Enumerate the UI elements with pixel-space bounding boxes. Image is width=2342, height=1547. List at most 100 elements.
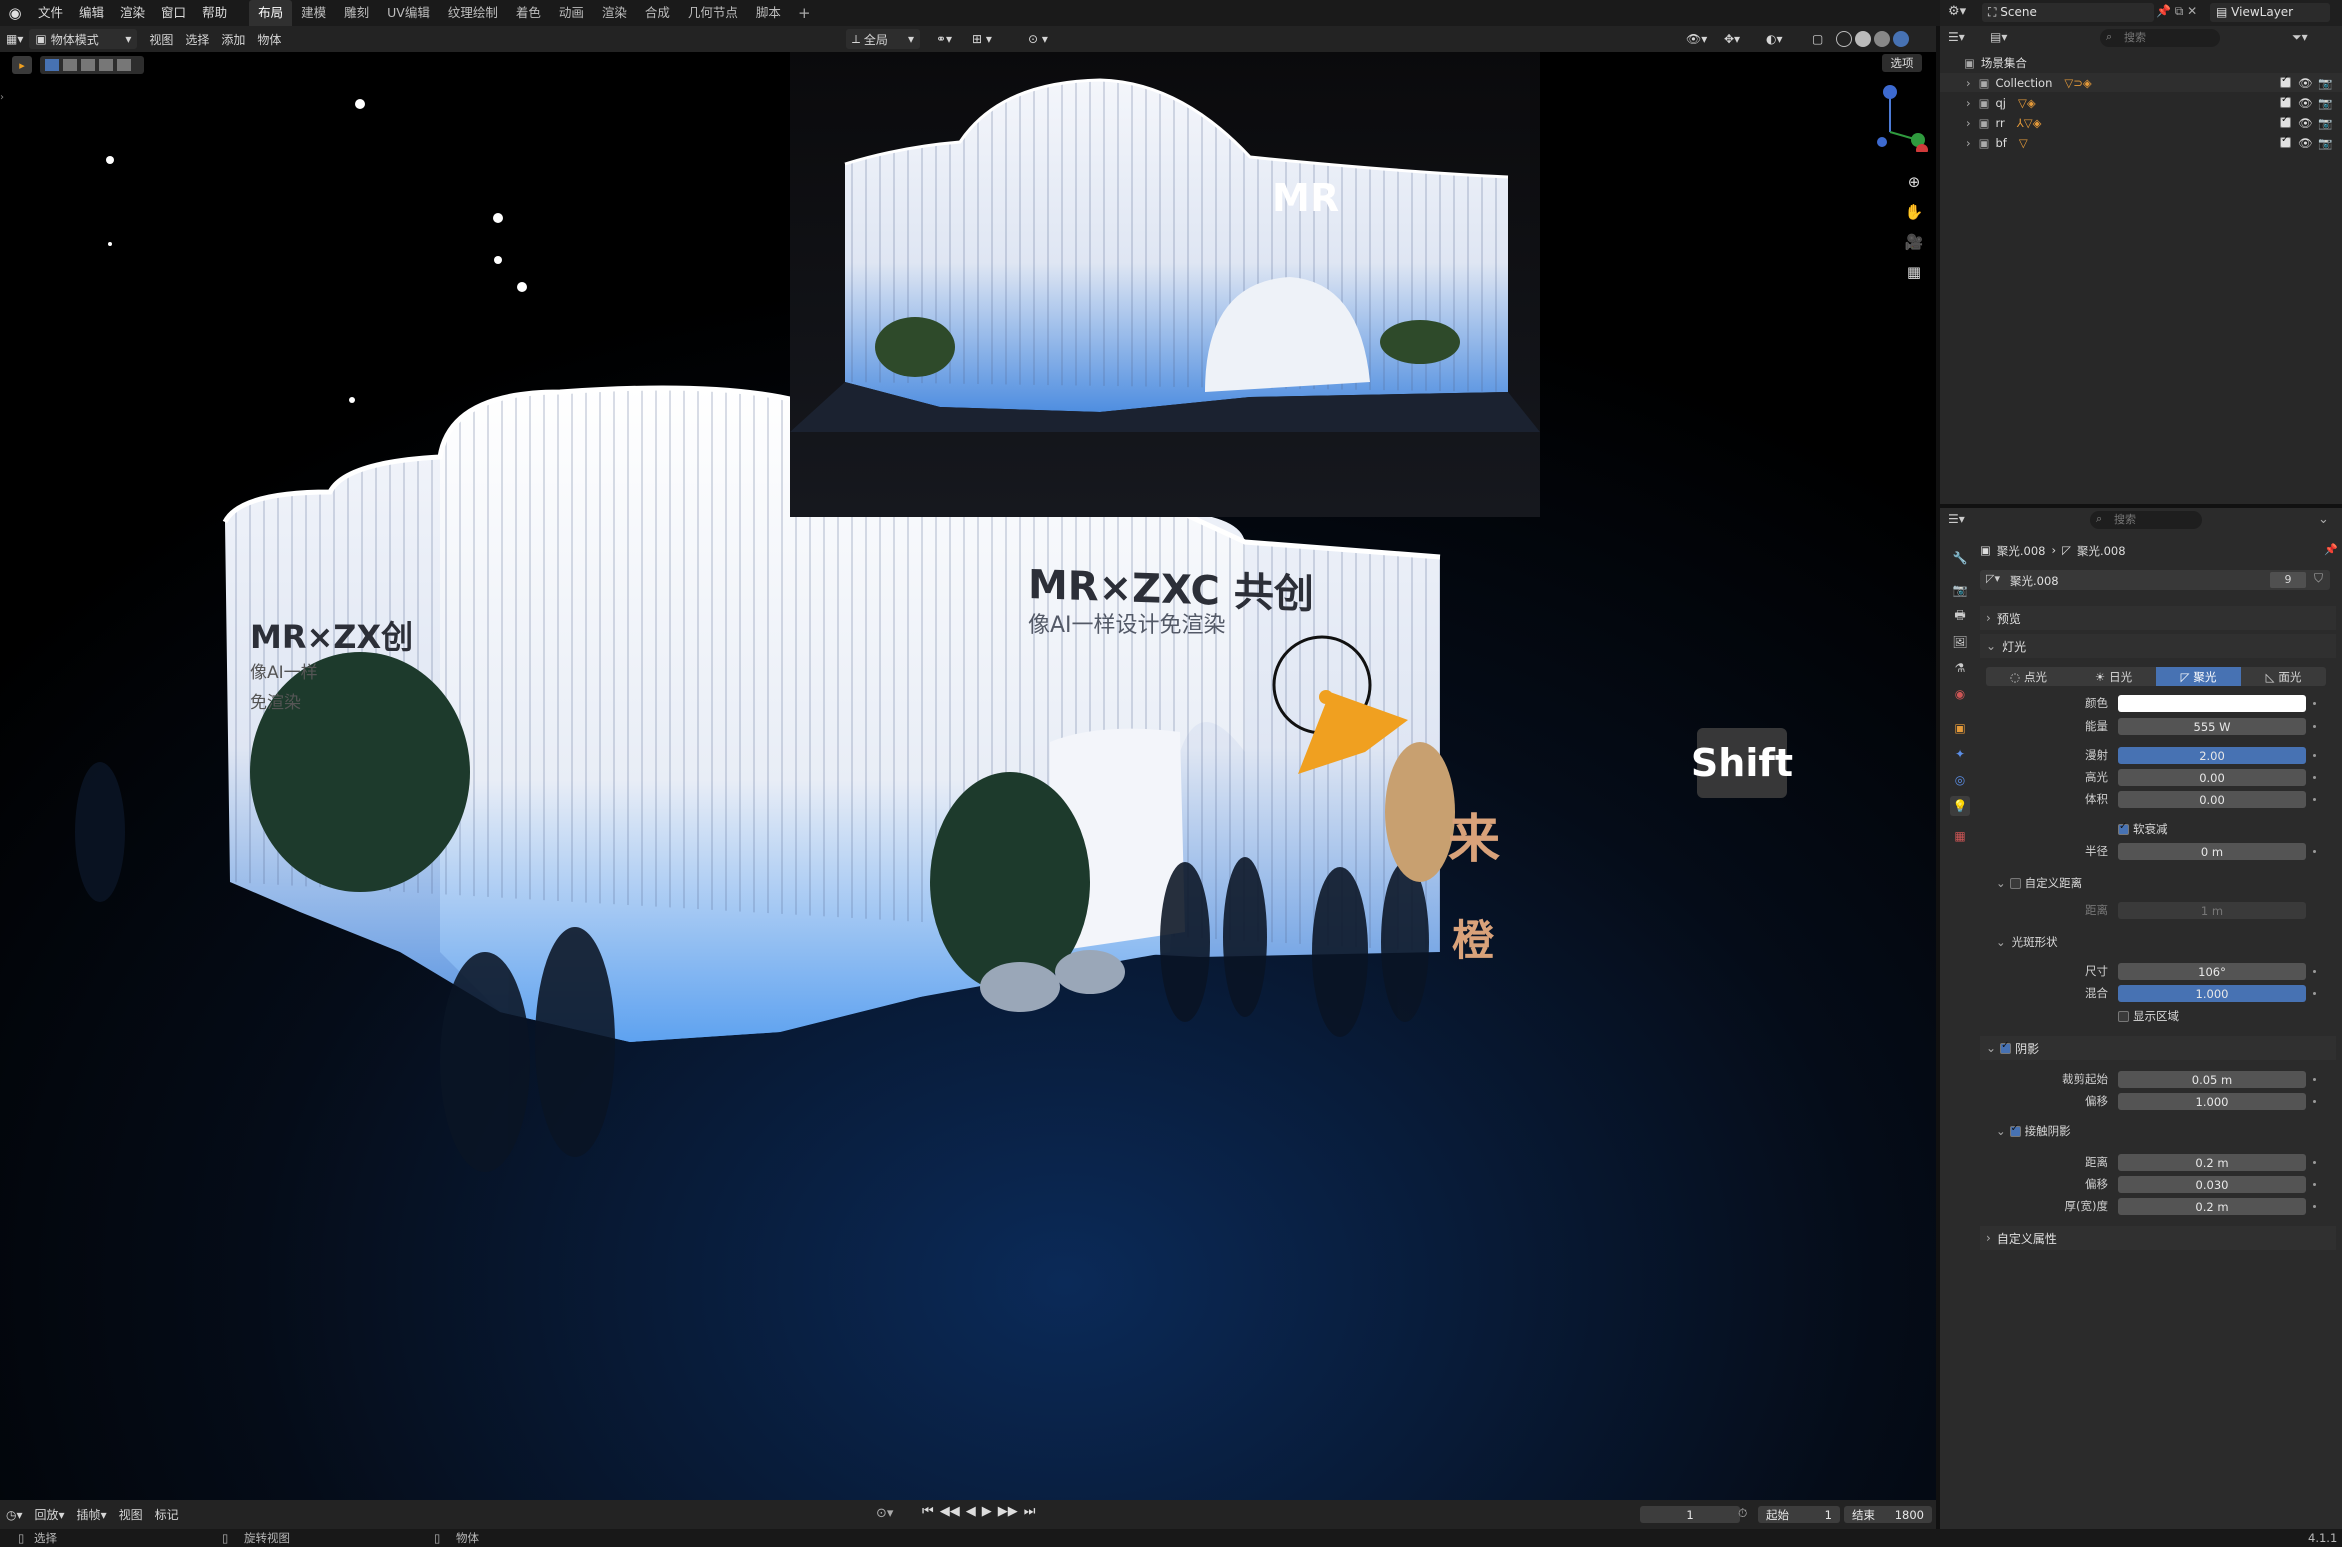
tab-uv-editing[interactable]: UV编辑 (378, 0, 439, 26)
menu-file[interactable]: 文件 (30, 0, 71, 26)
zoom-icon[interactable]: ⊕ (1902, 170, 1926, 194)
world-tab-icon[interactable]: ◉ (1950, 684, 1970, 704)
select-tool-icon[interactable]: ▸ (12, 56, 32, 74)
select-extend-icon[interactable] (63, 59, 77, 71)
menu-view-timeline[interactable]: 视图 (113, 1505, 149, 1525)
light-data-tab-icon[interactable]: 💡 (1950, 796, 1970, 816)
diffuse-field[interactable]: 2.00 (2118, 747, 2306, 764)
render-icon[interactable]: 📷 (2318, 76, 2332, 90)
properties-search-input[interactable]: 搜索 (2090, 511, 2202, 529)
view-layer-tab-icon[interactable]: 🖼 (1950, 632, 1970, 652)
timeline-editor-icon[interactable]: ◷▾ (0, 1505, 29, 1525)
toolbar-expand-icon[interactable]: › (0, 92, 4, 103)
light-type-spot[interactable]: ◸ 聚光 (2156, 667, 2241, 686)
texture-tab-icon[interactable]: ▦ (1950, 826, 1970, 846)
outliner-editor-icon[interactable]: ☰▾ (1948, 30, 1965, 44)
select-subtract-icon[interactable] (81, 59, 95, 71)
add-workspace-button[interactable]: + (790, 4, 819, 22)
chevron-right-icon[interactable]: › (1966, 136, 1971, 150)
navigation-gizmo[interactable] (1870, 82, 1930, 152)
blender-logo-icon[interactable]: ◉ (0, 0, 30, 26)
shadow-checkbox[interactable] (2000, 1040, 2012, 1054)
select-new-icon[interactable] (45, 59, 59, 71)
options-dropdown[interactable]: 选项 (1882, 54, 1922, 72)
end-frame-field[interactable]: 结束 1800 (1844, 1506, 1932, 1523)
outliner-item-rr[interactable]: ›▣rr⅄▽◈ 👁📷 (1940, 113, 2342, 132)
outliner-item-bf[interactable]: ›▣bf▽ 👁📷 (1940, 133, 2342, 152)
eye-icon[interactable]: 👁 (2298, 96, 2313, 110)
material-shading-icon[interactable] (1874, 31, 1890, 47)
show-cone-checkbox[interactable] (2118, 1010, 2129, 1022)
render-tab-icon[interactable]: 📷 (1950, 580, 1970, 600)
3d-viewport[interactable]: MR×ZXC 共创 像AI一样设计免渲染 MR×ZX创 像AI一样 免渲染 MR… (0, 52, 1936, 1500)
gizmo-toggle-icon[interactable]: ✥▾ (1718, 29, 1746, 49)
distance-field[interactable]: 1 m (2118, 902, 2306, 919)
visibility-icon[interactable]: 👁▾ (1680, 29, 1713, 49)
start-frame-field[interactable]: 起始 1 (1758, 1506, 1840, 1523)
volume-field[interactable]: 0.00 (2118, 791, 2306, 808)
menu-playback[interactable]: 回放 ▾ (29, 1505, 71, 1525)
pivot-icon[interactable]: ⚭▾ (930, 29, 958, 49)
overlay-toggle-icon[interactable]: ◐▾ (1760, 29, 1789, 49)
cs-distance-field[interactable]: 0.2 m (2118, 1154, 2306, 1171)
soft-falloff-checkbox[interactable] (2118, 821, 2129, 835)
menu-render[interactable]: 渲染 (112, 0, 153, 26)
include-checkbox[interactable] (2280, 74, 2291, 88)
panel-shadow[interactable]: ⌄阴影 (1980, 1036, 2336, 1060)
viewlayer-selector[interactable]: ▤ ViewLayer (2210, 3, 2330, 22)
outliner-root[interactable]: ▣ 场景集合 (1940, 53, 2342, 72)
panel-custom-properties[interactable]: › 自定义属性 (1980, 1226, 2336, 1250)
mode-dropdown[interactable]: ▣ 物体模式 ▾ (29, 29, 138, 49)
contact-shadow-checkbox[interactable] (2009, 1123, 2021, 1137)
panel-preview[interactable]: › 预览 (1980, 606, 2336, 630)
proportional-edit-icon[interactable]: ⊙ ▾ (1022, 29, 1054, 49)
pan-hand-icon[interactable]: ✋ (1902, 200, 1926, 224)
chevron-right-icon[interactable]: › (1966, 76, 1971, 90)
scene-pin-icon[interactable]: 📌 ⧉ ✕ (2156, 4, 2197, 19)
modifiers-tab-icon[interactable]: ✦ (1950, 744, 1970, 764)
wireframe-shading-icon[interactable] (1836, 31, 1852, 47)
custom-distance-checkbox[interactable] (2009, 877, 2021, 889)
snap-icon[interactable]: ⊞ ▾ (966, 29, 998, 49)
menu-help[interactable]: 帮助 (194, 0, 235, 26)
menu-object[interactable]: 物体 (251, 29, 287, 49)
tab-texture-paint[interactable]: 纹理绘制 (439, 0, 507, 26)
menu-window[interactable]: 窗口 (153, 0, 194, 26)
color-swatch[interactable] (2118, 695, 2306, 712)
physics-tab-icon[interactable]: ◎ (1950, 770, 1970, 790)
auto-keying-icon[interactable]: ⏱ (1738, 1506, 1747, 1521)
editor-type-button[interactable]: ▦▾ (0, 29, 29, 49)
object-tab-icon[interactable]: ▣ (1950, 718, 1970, 738)
tab-geometry-nodes[interactable]: 几何节点 (679, 0, 747, 26)
menu-select[interactable]: 选择 (179, 29, 215, 49)
pin-icon[interactable]: 📌 (2324, 543, 2338, 556)
eye-icon[interactable]: 👁 (2298, 76, 2313, 90)
rendered-shading-icon[interactable] (1893, 31, 1909, 47)
tool-tab-icon[interactable]: 🔧 (1950, 548, 1970, 568)
chevron-right-icon[interactable]: › (1966, 96, 1971, 110)
current-frame-field[interactable]: 1 (1640, 1506, 1740, 1523)
chevron-down-icon[interactable]: ⌄ (2318, 512, 2329, 527)
light-type-sun[interactable]: ☀ 日光 (2071, 667, 2156, 686)
cs-thickness-field[interactable]: 0.2 m (2118, 1198, 2306, 1215)
cs-bias-field[interactable]: 0.030 (2118, 1176, 2306, 1193)
eye-icon[interactable]: 👁 (2298, 116, 2313, 130)
menu-keying[interactable]: 插帧 ▾ (71, 1505, 113, 1525)
select-intersect-icon[interactable] (117, 59, 131, 71)
menu-view[interactable]: 视图 (143, 29, 179, 49)
panel-light[interactable]: ⌄ 灯光 (1980, 634, 2336, 658)
bias-field[interactable]: 1.000 (2118, 1093, 2306, 1110)
xray-icon[interactable]: ▢ (1806, 29, 1829, 49)
render-icon[interactable]: 📷 (2318, 136, 2332, 150)
outliner-item-qj[interactable]: ›▣qj▽◈ 👁📷 (1940, 93, 2342, 112)
include-checkbox[interactable] (2280, 94, 2291, 108)
scene-selector[interactable]: ⛶ Scene (1982, 3, 2154, 22)
include-checkbox[interactable] (2280, 114, 2291, 128)
spot-shape-subpanel[interactable]: ⌄ 光斑形状 (1996, 934, 2058, 950)
scene-icon[interactable]: ⚙▾ (1948, 4, 1966, 19)
tab-animation[interactable]: 动画 (550, 0, 593, 26)
menu-marker[interactable]: 标记 (149, 1505, 185, 1525)
include-checkbox[interactable] (2280, 134, 2291, 148)
camera-icon[interactable]: 🎥 (1902, 230, 1926, 254)
play-icon[interactable]: ▶ (982, 1504, 992, 1519)
